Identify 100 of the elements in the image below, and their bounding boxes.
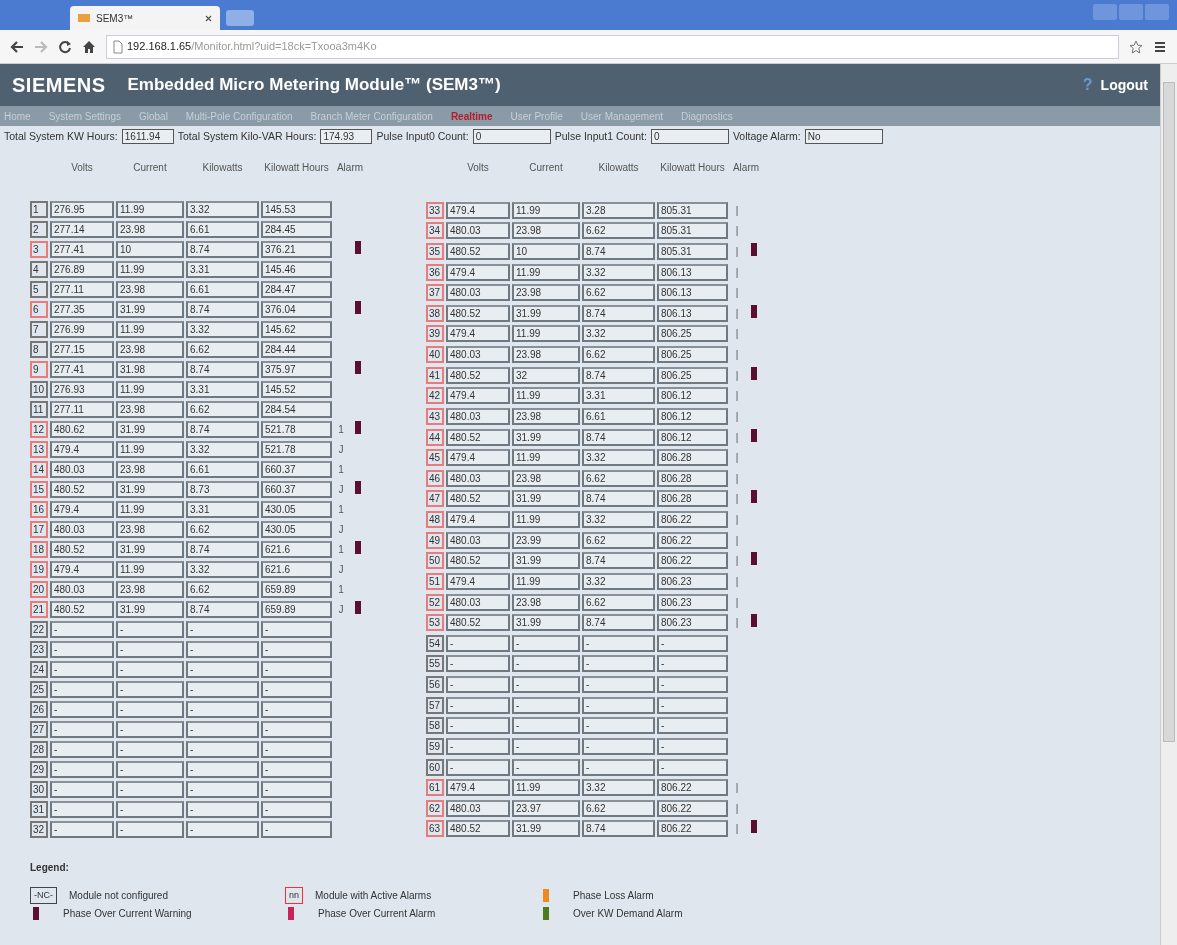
module-number: 25 bbox=[30, 680, 48, 698]
module-number: 5 bbox=[30, 280, 48, 298]
value-field: 3.32 bbox=[186, 200, 259, 218]
value-field: 11.99 bbox=[512, 263, 580, 281]
field-label: Pulse Input1 Count: bbox=[554, 129, 647, 144]
value-field: 3.32 bbox=[582, 572, 655, 590]
value-field: - bbox=[116, 660, 184, 678]
value-field: - bbox=[657, 696, 728, 714]
value-field: - bbox=[186, 620, 259, 638]
value-field: 8.74 bbox=[186, 240, 259, 258]
value-field: 277.15 bbox=[50, 340, 114, 358]
value-field: 806.22 bbox=[657, 820, 728, 838]
value-field: 8.74 bbox=[186, 540, 259, 558]
value-field: - bbox=[446, 655, 510, 673]
phase-marker: | bbox=[734, 781, 740, 796]
value-field: 806.25 bbox=[657, 325, 728, 343]
module-number: 40 bbox=[426, 346, 444, 364]
maximize-button[interactable] bbox=[1119, 4, 1143, 20]
star-icon[interactable] bbox=[1129, 39, 1143, 54]
module-number: 18 bbox=[30, 540, 48, 558]
home-icon[interactable] bbox=[82, 39, 96, 54]
help-icon[interactable]: ? bbox=[1082, 73, 1093, 97]
value-field: - bbox=[512, 717, 580, 735]
scrollbar[interactable] bbox=[1160, 64, 1177, 945]
menu-icon[interactable] bbox=[1153, 39, 1167, 54]
phase-marker: | bbox=[734, 203, 740, 218]
value-field: 806.22 bbox=[657, 511, 728, 529]
value-field: 479.4 bbox=[446, 263, 510, 281]
nav-link[interactable]: Home bbox=[4, 108, 31, 124]
value-field: 806.22 bbox=[657, 552, 728, 570]
forward-icon[interactable] bbox=[34, 39, 48, 54]
value-field: 11.99 bbox=[116, 380, 184, 398]
browser-tab[interactable]: SEM3™ bbox=[70, 6, 220, 30]
value-field: 6.61 bbox=[186, 280, 259, 298]
value-field: 31.99 bbox=[512, 490, 580, 508]
close-button[interactable] bbox=[1145, 4, 1169, 20]
module-number: 45 bbox=[426, 449, 444, 467]
module-number: 14 bbox=[30, 460, 48, 478]
value-field: 3.32 bbox=[582, 449, 655, 467]
legend-label: Phase Over Current Alarm bbox=[318, 907, 436, 922]
phase-marker: | bbox=[734, 389, 740, 404]
value-field: 806.22 bbox=[657, 779, 728, 797]
module-number: 6 bbox=[30, 300, 48, 318]
value-field: - bbox=[116, 720, 184, 738]
address-field[interactable]: 192.168.1.65/Monitor.html?uid=18ck=Txooa3m4Ko bbox=[106, 34, 1119, 59]
phase-marker: | bbox=[734, 513, 740, 528]
phase-marker: | bbox=[734, 430, 740, 445]
nav-link[interactable]: Realtime bbox=[450, 108, 493, 124]
value-field: 660.37 bbox=[261, 480, 332, 498]
tab-title: SEM3™ bbox=[96, 11, 134, 26]
value-field: 376.04 bbox=[261, 300, 332, 318]
value-field: 806.28 bbox=[657, 469, 728, 487]
nav-link[interactable]: User Profile bbox=[510, 108, 563, 124]
phase-marker: | bbox=[734, 471, 740, 486]
nav-link[interactable]: User Management bbox=[580, 108, 664, 124]
value-field: 6.62 bbox=[582, 469, 655, 487]
field-label: Total System Kilo-VAR Hours: bbox=[177, 129, 317, 144]
field-label: Pulse Input0 Count: bbox=[376, 129, 469, 144]
value-field: 480.03 bbox=[446, 222, 510, 240]
close-icon[interactable] bbox=[205, 14, 212, 22]
nav-link[interactable]: Branch Meter Configuration bbox=[310, 108, 433, 124]
value-field: 8.74 bbox=[186, 300, 259, 318]
nav-link[interactable]: Global bbox=[138, 108, 168, 124]
value-field: 479.4 bbox=[446, 201, 510, 219]
reload-icon[interactable] bbox=[58, 39, 72, 54]
value-field: - bbox=[186, 740, 259, 758]
value-field: 145.46 bbox=[261, 260, 332, 278]
value-field: 479.4 bbox=[446, 572, 510, 590]
back-icon[interactable] bbox=[10, 39, 24, 54]
nav-link[interactable]: System Settings bbox=[48, 108, 121, 124]
module-number: 48 bbox=[426, 511, 444, 529]
column-header: Alarm bbox=[335, 161, 365, 175]
value-field: 11.99 bbox=[512, 387, 580, 405]
value-field: 8.74 bbox=[582, 428, 655, 446]
minimize-button[interactable] bbox=[1093, 4, 1117, 20]
value-field: - bbox=[261, 760, 332, 778]
module-number: 62 bbox=[426, 799, 444, 817]
value-field: 6.62 bbox=[186, 400, 259, 418]
nav-link[interactable]: Multi-Pole Configuration bbox=[185, 108, 293, 124]
module-number: 49 bbox=[426, 531, 444, 549]
value-field: 0 bbox=[650, 129, 729, 145]
value-field: 8.74 bbox=[582, 242, 655, 260]
module-number: 34 bbox=[426, 222, 444, 240]
value-field: - bbox=[582, 696, 655, 714]
value-field: 805.31 bbox=[657, 242, 728, 260]
module-number: 3 bbox=[30, 240, 48, 258]
value-field: 6.62 bbox=[582, 531, 655, 549]
value-field: 23.98 bbox=[512, 469, 580, 487]
value-field: 480.52 bbox=[446, 242, 510, 260]
value-field: 277.14 bbox=[50, 220, 114, 238]
value-field: - bbox=[512, 634, 580, 652]
scrollbar-thumb[interactable] bbox=[1163, 82, 1175, 742]
logout-link[interactable]: Logout bbox=[1100, 74, 1148, 96]
value-field: 6.62 bbox=[186, 340, 259, 358]
nav-link[interactable]: Diagnostics bbox=[681, 108, 733, 124]
value-field: 31.99 bbox=[512, 428, 580, 446]
value-field: 3.32 bbox=[186, 320, 259, 338]
value-field: 10 bbox=[512, 242, 580, 260]
new-tab-button[interactable] bbox=[226, 10, 254, 26]
module-number: 37 bbox=[426, 284, 444, 302]
